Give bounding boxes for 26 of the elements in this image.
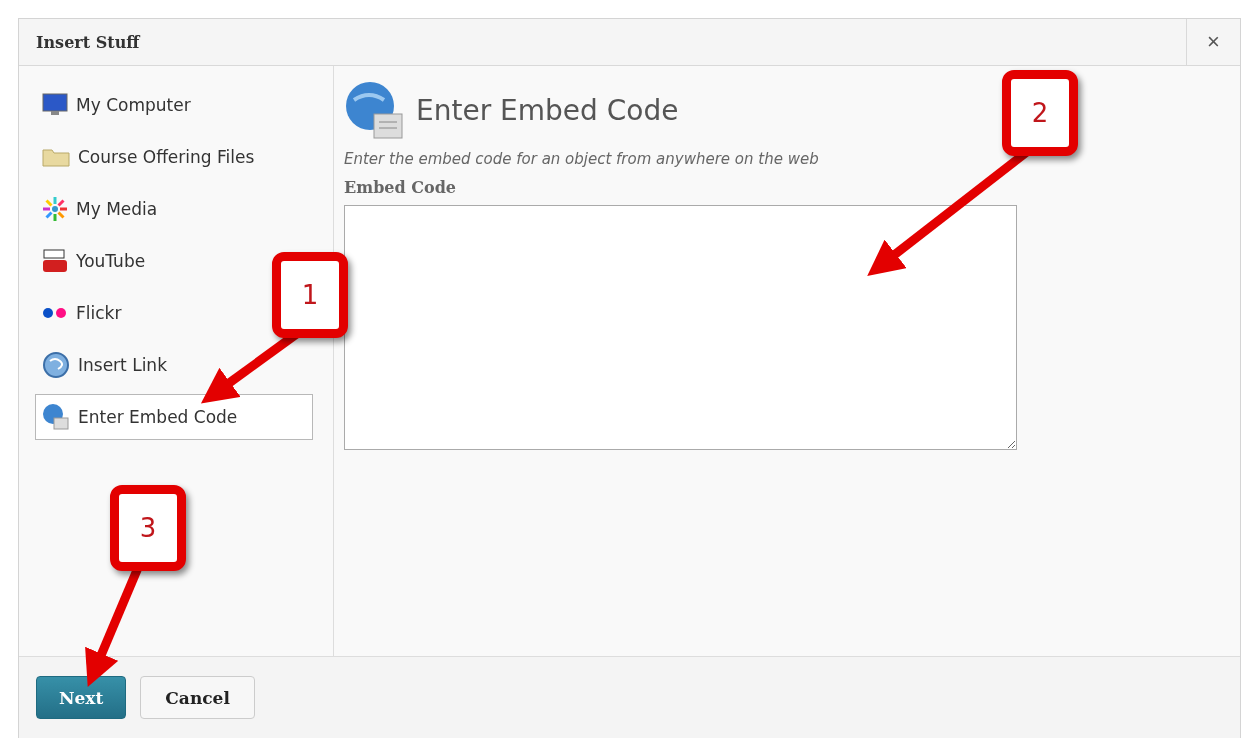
- step-callout: 1: [272, 252, 348, 338]
- field-label: Embed Code: [344, 178, 458, 197]
- step-callout: 3: [110, 485, 186, 571]
- embed-code-field[interactable]: [344, 205, 1017, 450]
- sidebar-item[interactable]: Flickr: [35, 290, 129, 336]
- close-button[interactable]: ×: [1186, 19, 1240, 65]
- cancel-button[interactable]: Cancel: [140, 676, 255, 719]
- sidebar-item[interactable]: My Computer: [35, 82, 198, 128]
- sidebar-item[interactable]: My Media: [35, 186, 165, 232]
- sunburst-icon: [42, 196, 68, 222]
- globe-document-icon: [42, 403, 70, 431]
- next-button[interactable]: Next: [36, 676, 127, 719]
- panel-title: Enter Embed Code: [416, 93, 679, 127]
- sidebar-item[interactable]: Course Offering Files: [35, 134, 262, 180]
- globe-document-icon: [344, 80, 404, 140]
- two-dots-icon: [42, 307, 68, 319]
- globe-icon: [42, 351, 70, 379]
- video-logo-icon: [42, 248, 68, 274]
- sidebar-item[interactable]: YouTube: [35, 238, 153, 284]
- folder-icon: [42, 147, 70, 167]
- sidebar-item[interactable]: Insert Link: [35, 342, 174, 388]
- step-callout: 2: [1002, 70, 1078, 156]
- description-text: Enter the embed code for an object from anywhere on the web: [344, 150, 820, 168]
- dialog-title: Insert Stuff: [36, 32, 140, 52]
- monitor-icon: [42, 93, 68, 117]
- sidebar-item[interactable]: Enter Embed Code: [35, 394, 313, 440]
